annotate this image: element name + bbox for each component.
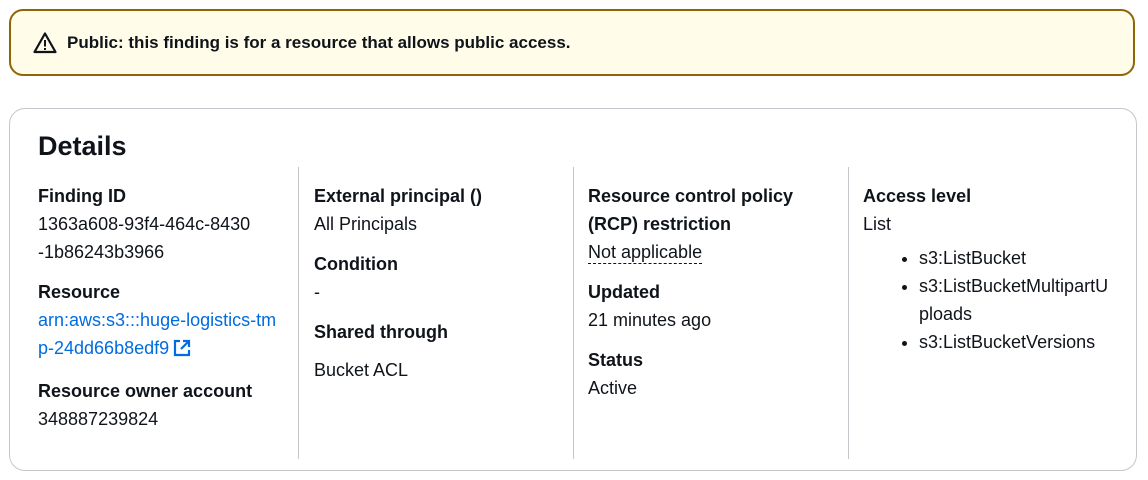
external-link-icon[interactable] <box>173 337 191 365</box>
warning-icon <box>33 31 57 55</box>
details-column-3: Resource control policy (RCP) restrictio… <box>573 167 848 459</box>
status-label: Status <box>588 350 644 370</box>
resource-owner-item: Resource owner account 348887239824 <box>38 377 298 433</box>
details-title: Details <box>38 131 127 161</box>
status-item: Status Active <box>588 346 848 402</box>
access-level-item: Access level List s3:ListBucket s3:ListB… <box>863 182 1118 356</box>
updated-item: Updated 21 minutes ago <box>588 278 848 334</box>
list-item: s3:ListBucketVersions <box>919 328 1109 356</box>
resource-link-wrapper: arn:aws:s3:::huge-logistics-tmp-24dd66b8… <box>38 306 283 365</box>
condition-item: Condition - <box>314 250 573 306</box>
condition-label: Condition <box>314 254 398 274</box>
updated-value: 21 minutes ago <box>588 310 712 330</box>
access-level-value: List <box>863 214 892 234</box>
resource-owner-label: Resource owner account <box>38 381 253 401</box>
external-principal-value: All Principals <box>314 214 418 234</box>
details-card: Details Finding ID 1363a608-93f4-464c-84… <box>9 108 1137 471</box>
access-actions-list: s3:ListBucket s3:ListBucketMultipartUplo… <box>863 244 1118 356</box>
rcp-value-wrapper: Not applicable <box>588 238 848 266</box>
details-column-1: Finding ID 1363a608-93f4-464c-8430-1b862… <box>38 167 298 459</box>
finding-id-label: Finding ID <box>38 186 126 206</box>
alert-text: Public: this finding is for a resource t… <box>67 32 571 52</box>
list-item: s3:ListBucketMultipartUploads <box>919 272 1109 328</box>
details-column-4: Access level List s3:ListBucket s3:ListB… <box>848 167 1118 459</box>
status-value: Active <box>588 378 638 398</box>
resource-link[interactable]: arn:aws:s3:::huge-logistics-tmp-24dd66b8… <box>38 310 276 358</box>
list-item: s3:ListBucket <box>919 244 1109 272</box>
external-principal-label: External principal () <box>314 186 483 206</box>
resource-owner-value: 348887239824 <box>38 409 159 429</box>
shared-through-value: Bucket ACL <box>314 360 409 380</box>
external-principal-item: External principal () All Principals <box>314 182 573 238</box>
updated-label: Updated <box>588 282 660 302</box>
rcp-value[interactable]: Not applicable <box>588 242 703 264</box>
access-level-label: Access level <box>863 186 972 206</box>
shared-through-label: Shared through <box>314 322 448 342</box>
rcp-label: Resource control policy (RCP) restrictio… <box>588 186 794 234</box>
condition-value: - <box>314 282 320 302</box>
finding-id-item: Finding ID 1363a608-93f4-464c-8430-1b862… <box>38 182 298 266</box>
public-access-alert: Public: this finding is for a resource t… <box>9 9 1135 76</box>
resource-label: Resource <box>38 282 121 302</box>
shared-through-item: Shared through Bucket ACL <box>314 318 573 384</box>
resource-item: Resource arn:aws:s3:::huge-logistics-tmp… <box>38 278 298 365</box>
rcp-item: Resource control policy (RCP) restrictio… <box>588 182 848 266</box>
finding-id-value: 1363a608-93f4-464c-8430-1b86243b3966 <box>38 214 251 262</box>
details-column-2: External principal () All Principals Con… <box>298 167 573 459</box>
